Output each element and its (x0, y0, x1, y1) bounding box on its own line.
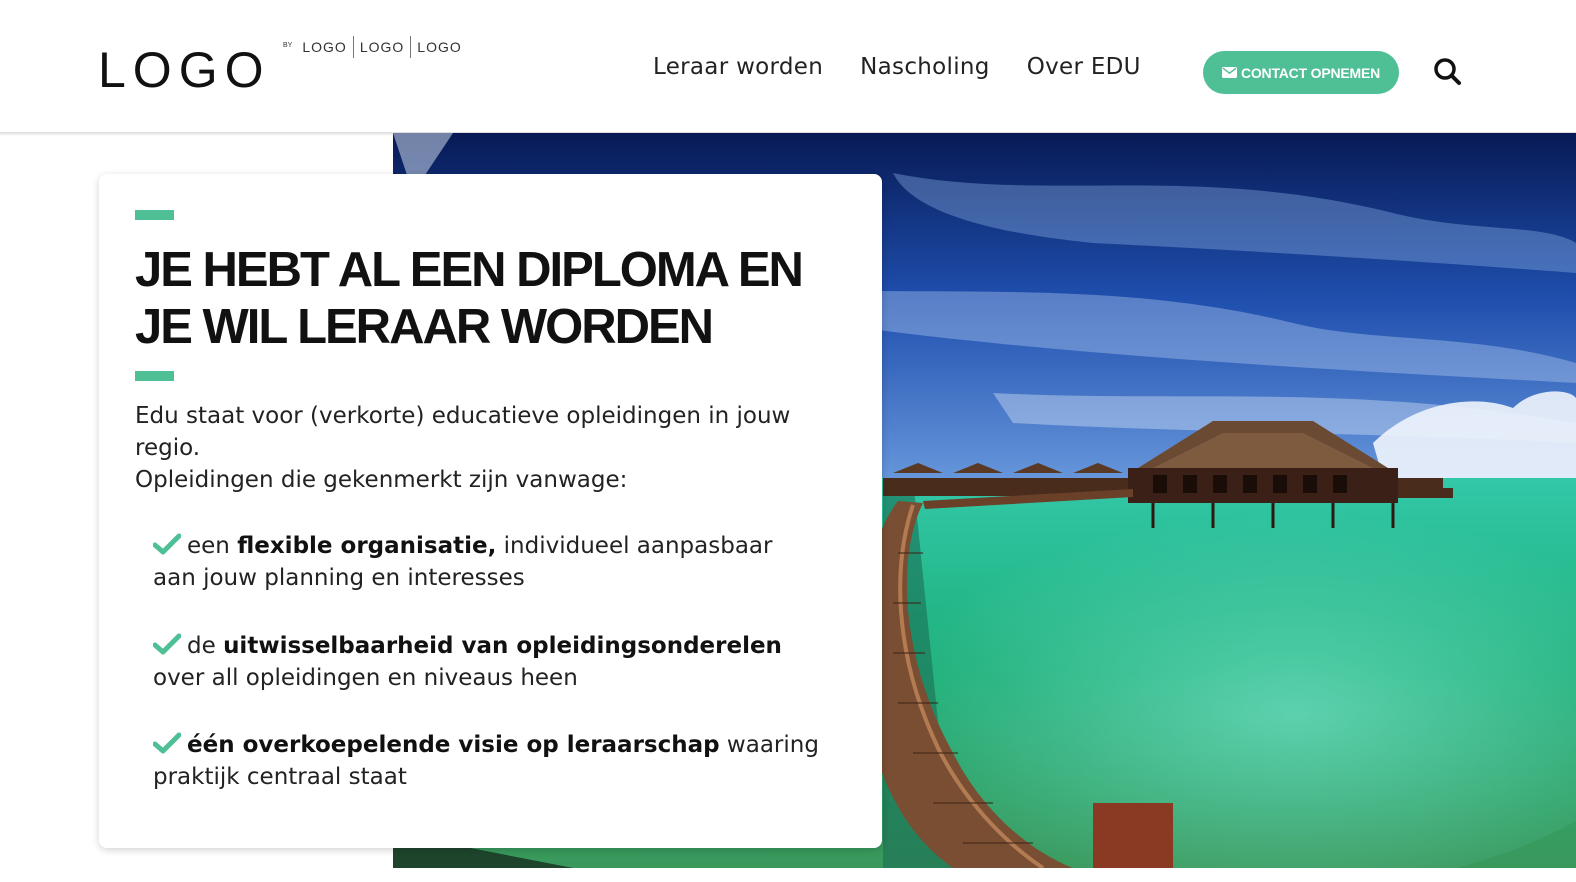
title-line: JE WIL LERAAR WORDEN (135, 300, 714, 354)
title-line: JE HEBT AL EEN DIPLOMA EN (135, 243, 804, 297)
partner-logo[interactable]: LOGO (296, 39, 352, 55)
feature-line2: aan jouw planning en interesses (153, 565, 525, 591)
list-item: een flexible organisatie, individueel aa… (153, 530, 833, 594)
feature-post: individueel aanpasbaar (496, 533, 773, 559)
feature-bold: één overkoepelende visie op leraarschap (187, 732, 720, 758)
accent-bar-bottom (135, 371, 174, 381)
partner-logo[interactable]: LOGO (411, 39, 467, 55)
feature-pre: de (187, 633, 224, 659)
partner-logo[interactable]: LOGO (354, 39, 410, 55)
intro-line: Edu staat voor (verkorte) educatieve opl… (135, 403, 791, 429)
intro-text: Edu staat voor (verkorte) educatieve opl… (135, 400, 855, 496)
intro-line: Opleidingen die gekenmerkt zijn vanwage: (135, 467, 628, 493)
main-nav: Leraar worden Nascholing Over EDU (653, 54, 1178, 80)
intro-card: JE HEBT AL EEN DIPLOMA EN JE WIL LERAAR … (99, 174, 882, 848)
partner-logos: BY LOGO LOGO LOGO (283, 36, 468, 58)
contact-button-label: CONTACT OPNEMEN (1240, 64, 1381, 81)
list-item: de uitwisselbaarheid van opleidingsonder… (153, 630, 833, 694)
feature-bold: uitwisselbaarheid van opleidingsonderele… (223, 633, 782, 659)
contact-button[interactable]: CONTACT OPNEMEN (1203, 51, 1399, 94)
check-icon (153, 533, 181, 555)
logo[interactable]: LOGO (98, 40, 270, 100)
accent-bar-top (135, 210, 174, 220)
feature-pre: een (187, 533, 238, 559)
nav-item-leraar-worden[interactable]: Leraar worden (653, 54, 823, 80)
intro-line: regio. (135, 435, 201, 461)
feature-bold: flexible organisatie, (237, 533, 497, 559)
nav-item-nascholing[interactable]: Nascholing (860, 54, 990, 80)
envelope-icon (1221, 67, 1237, 78)
search-button[interactable] (1432, 56, 1464, 88)
check-icon (153, 732, 181, 754)
site-header: LOGO BY LOGO LOGO LOGO Leraar worden Nas… (0, 0, 1576, 132)
feature-post: waaring (719, 732, 819, 758)
list-item: één overkoepelende visie op leraarschap … (153, 729, 833, 793)
feature-line2: praktijk centraal staat (153, 764, 407, 790)
page-title: JE HEBT AL EEN DIPLOMA EN JE WIL LERAAR … (135, 242, 835, 356)
search-icon (1434, 58, 1461, 85)
feature-line2: over all opleidingen en niveaus heen (153, 665, 578, 691)
check-icon (153, 633, 181, 655)
nav-item-over-edu[interactable]: Over EDU (1027, 54, 1141, 80)
logo-by-label: BY (283, 41, 293, 49)
